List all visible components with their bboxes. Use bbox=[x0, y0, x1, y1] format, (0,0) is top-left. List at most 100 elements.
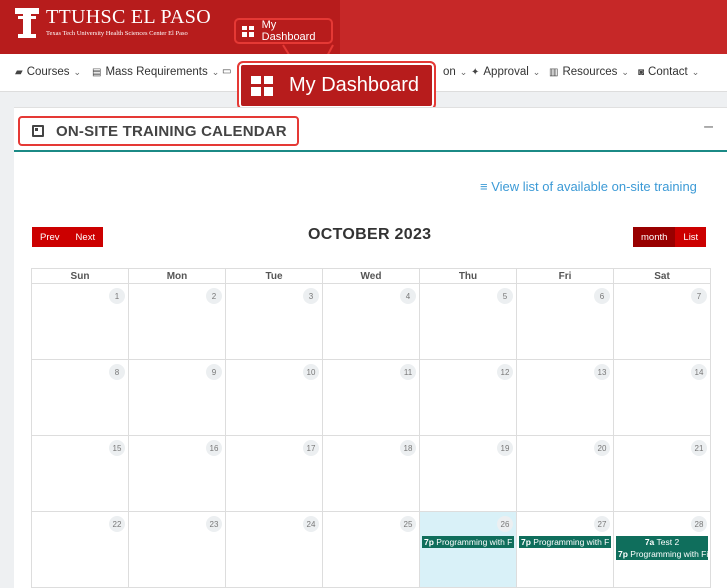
training-calendar-panel: ON-SITE TRAINING CALENDAR – ≡ View list … bbox=[14, 107, 727, 588]
nav-contact[interactable]: ◙ Contact ⌄ bbox=[638, 66, 699, 78]
event-title: Test 2 bbox=[656, 537, 680, 547]
weekday-header: Wed bbox=[322, 268, 420, 284]
calendar-day-cell[interactable]: 18 bbox=[322, 435, 420, 512]
calendar-day-cell[interactable]: 11 bbox=[322, 359, 420, 436]
day-number[interactable]: 6 bbox=[594, 288, 610, 304]
calendar-day-cell[interactable]: 20 bbox=[516, 435, 614, 512]
day-number[interactable]: 17 bbox=[303, 440, 319, 456]
chevron-down-icon: ⌄ bbox=[73, 66, 82, 77]
courses-icon: ▰ bbox=[15, 66, 23, 78]
calendar-day-cell[interactable]: 6 bbox=[516, 283, 614, 360]
calendar-day-cell[interactable]: 13 bbox=[516, 359, 614, 436]
day-number[interactable]: 26 bbox=[497, 516, 513, 532]
chevron-down-icon: ⌄ bbox=[211, 66, 220, 77]
calendar-day-cell[interactable]: 17 bbox=[225, 435, 323, 512]
day-number[interactable]: 18 bbox=[400, 440, 416, 456]
day-number[interactable]: 4 bbox=[400, 288, 416, 304]
calendar-event[interactable]: 7p Programming with F bbox=[422, 536, 514, 548]
month-view-button[interactable]: month bbox=[633, 227, 676, 247]
calendar-day-cell[interactable]: 3 bbox=[225, 283, 323, 360]
nav-resources[interactable]: ▥ Resources ⌄ bbox=[549, 66, 629, 78]
calendar-day-cell[interactable]: 2 bbox=[128, 283, 226, 360]
my-dashboard-zoom-label: My Dashboard bbox=[289, 74, 420, 96]
collapse-button[interactable]: – bbox=[704, 118, 713, 136]
calendar-day-cell[interactable]: 21 bbox=[613, 435, 711, 512]
next-button[interactable]: Next bbox=[67, 227, 104, 247]
calendar-day-cell[interactable]: 10 bbox=[225, 359, 323, 436]
weekday-header: Thu bbox=[419, 268, 517, 284]
day-number[interactable]: 7 bbox=[691, 288, 707, 304]
prev-next-group: Prev Next bbox=[32, 227, 104, 247]
day-number[interactable]: 12 bbox=[497, 364, 513, 380]
day-number[interactable]: 13 bbox=[594, 364, 610, 380]
calendar-day-cell[interactable]: 15 bbox=[31, 435, 129, 512]
day-number[interactable]: 19 bbox=[497, 440, 513, 456]
calendar-event[interactable]: 7p Programming with Fi bbox=[616, 548, 708, 560]
header-background bbox=[340, 0, 727, 54]
day-number[interactable]: 10 bbox=[303, 364, 319, 380]
day-number[interactable]: 27 bbox=[594, 516, 610, 532]
weekday-header: Tue bbox=[225, 268, 323, 284]
chevron-down-icon: ⌄ bbox=[691, 66, 700, 77]
calendar-day-cell[interactable]: 12 bbox=[419, 359, 517, 436]
calendar-day-cell[interactable]: 22 bbox=[31, 511, 129, 588]
day-number[interactable]: 8 bbox=[109, 364, 125, 380]
my-dashboard-button[interactable]: My Dashboard bbox=[234, 18, 333, 44]
calendar-day-cell[interactable]: 25 bbox=[322, 511, 420, 588]
prev-button[interactable]: Prev bbox=[32, 227, 68, 247]
day-number[interactable]: 9 bbox=[206, 364, 222, 380]
event-title: Programming with F bbox=[436, 537, 513, 547]
day-number[interactable]: 25 bbox=[400, 516, 416, 532]
logo-title: TTUHSC EL PASO bbox=[46, 6, 211, 28]
day-number[interactable]: 5 bbox=[497, 288, 513, 304]
list-icon: ▤ bbox=[92, 66, 102, 78]
nav-partial-item[interactable]: on ⌄ bbox=[443, 66, 467, 78]
top-header: TTUHSC EL PASO Texas Tech University Hea… bbox=[0, 0, 727, 54]
calendar-day-cell[interactable]: 28 7a Test 2 7p Programming with Fi bbox=[613, 511, 711, 588]
monitor-icon: ▭ bbox=[222, 66, 232, 77]
weekday-header: Mon bbox=[128, 268, 226, 284]
day-number[interactable]: 3 bbox=[303, 288, 319, 304]
day-number[interactable]: 21 bbox=[691, 440, 707, 456]
calendar-day-cell[interactable]: 14 bbox=[613, 359, 711, 436]
list-view-button[interactable]: List bbox=[675, 227, 707, 247]
calendar-day-cell[interactable]: 16 bbox=[128, 435, 226, 512]
calendar-day-cell[interactable]: 7 bbox=[613, 283, 711, 360]
day-number[interactable]: 11 bbox=[400, 364, 416, 380]
nav-courses[interactable]: ▰ Courses ⌄ bbox=[15, 66, 81, 78]
calendar-event[interactable]: 7p Programming with F bbox=[519, 536, 611, 548]
calendar-grid: Sun Mon Tue Wed Thu Fri Sat 1 2 3 4 5 6 7 8 9 10 11 12 13 1… bbox=[31, 268, 711, 588]
calendar-day-cell[interactable]: 4 bbox=[322, 283, 420, 360]
my-dashboard-label: My Dashboard bbox=[261, 19, 316, 43]
site-logo[interactable]: TTUHSC EL PASO Texas Tech University Hea… bbox=[14, 6, 211, 46]
calendar-day-cell[interactable]: 8 bbox=[31, 359, 129, 436]
view-list-link[interactable]: ≡ View list of available on-site trainin… bbox=[480, 179, 697, 194]
calendar-day-cell[interactable]: 5 bbox=[419, 283, 517, 360]
day-number[interactable]: 24 bbox=[303, 516, 319, 532]
day-number[interactable]: 15 bbox=[109, 440, 125, 456]
day-number[interactable]: 14 bbox=[691, 364, 707, 380]
calendar-day-cell[interactable]: 27 7p Programming with F bbox=[516, 511, 614, 588]
calendar-day-cell[interactable]: 1 bbox=[31, 283, 129, 360]
day-number[interactable]: 2 bbox=[206, 288, 222, 304]
list-lines-icon: ≡ bbox=[480, 179, 492, 194]
nav-mass-requirements[interactable]: ▤ Mass Requirements ⌄ bbox=[92, 66, 219, 78]
nav-hidden-item[interactable]: ▭ bbox=[222, 66, 235, 77]
calendar-event[interactable]: 7a Test 2 bbox=[616, 536, 708, 548]
day-number[interactable]: 16 bbox=[206, 440, 222, 456]
nav-approval[interactable]: ✦ Approval ⌄ bbox=[471, 66, 540, 78]
calendar-day-cell[interactable]: 26 7p Programming with F bbox=[419, 511, 517, 588]
day-number[interactable]: 28 bbox=[691, 516, 707, 532]
day-number[interactable]: 20 bbox=[594, 440, 610, 456]
panel-title: ON-SITE TRAINING CALENDAR bbox=[18, 116, 299, 146]
day-number[interactable]: 22 bbox=[109, 516, 125, 532]
calendar-day-cell[interactable]: 19 bbox=[419, 435, 517, 512]
calendar-day-cell[interactable]: 23 bbox=[128, 511, 226, 588]
day-number[interactable]: 23 bbox=[206, 516, 222, 532]
chevron-down-icon: ⌄ bbox=[459, 66, 468, 77]
calendar-day-cell[interactable]: 9 bbox=[128, 359, 226, 436]
day-number[interactable]: 1 bbox=[109, 288, 125, 304]
my-dashboard-zoom-callout: My Dashboard bbox=[237, 61, 436, 110]
calendar-day-cell[interactable]: 24 bbox=[225, 511, 323, 588]
contact-icon: ◙ bbox=[638, 66, 645, 78]
